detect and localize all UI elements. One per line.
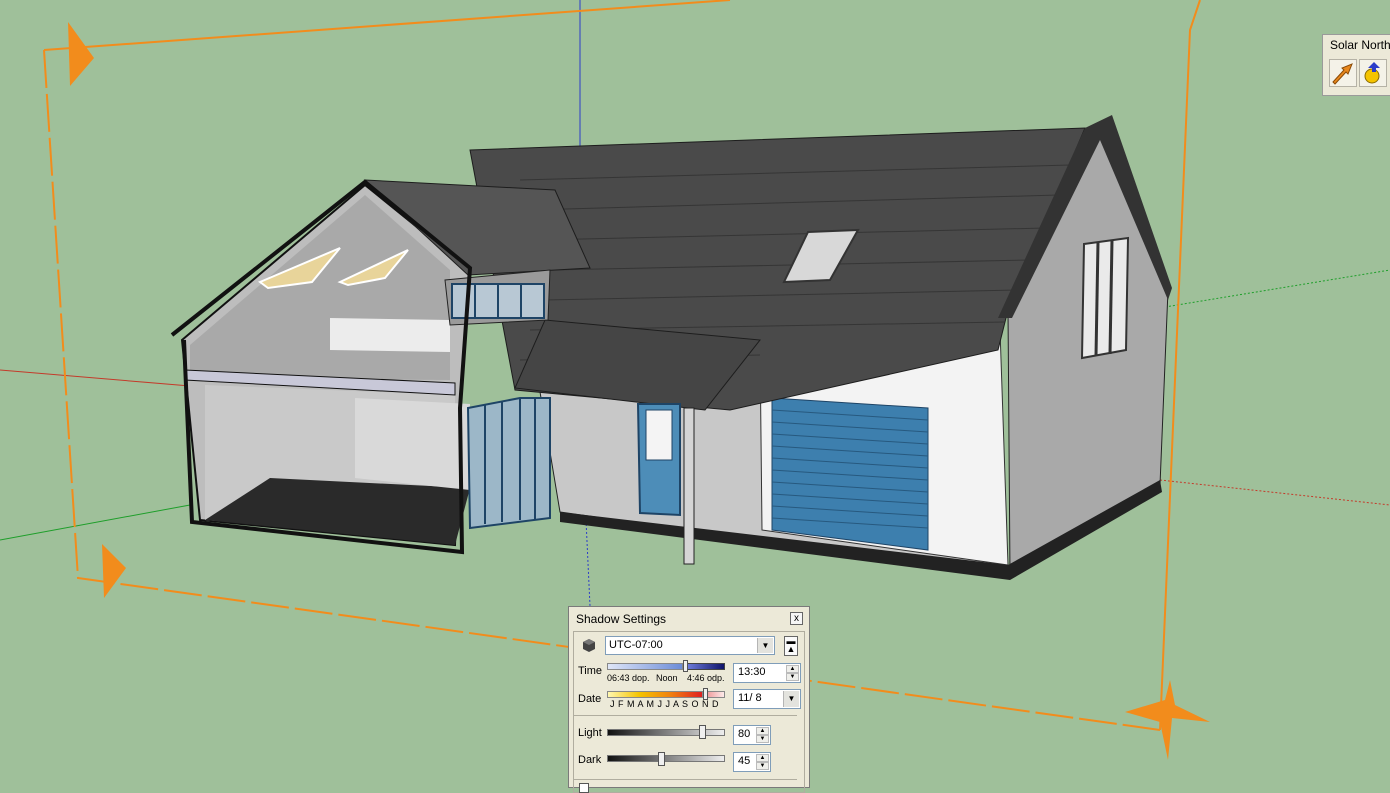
shadows-toggle-icon[interactable]: [581, 637, 597, 653]
time-noon-label: Noon: [656, 673, 678, 683]
light-label: Light: [578, 727, 602, 739]
green-axis-dotted: [1164, 269, 1390, 308]
light-slider-thumb[interactable]: [699, 725, 706, 739]
time-value: 13:30: [738, 666, 766, 678]
options-checkbox[interactable]: [579, 783, 589, 793]
wing-side-wall: [330, 318, 450, 352]
dark-spinner[interactable]: 45 ▲ ▼: [733, 752, 771, 772]
time-start-label: 06:43 dop.: [607, 673, 650, 683]
dialog-titlebar[interactable]: Shadow Settings x: [569, 607, 809, 629]
green-axis: [0, 504, 191, 541]
timezone-select[interactable]: UTC-07:00 ▼: [605, 636, 775, 655]
light-slider[interactable]: [607, 729, 725, 736]
spin-down-icon[interactable]: ▼: [756, 762, 769, 770]
date-value: 11/ 8: [738, 692, 762, 704]
spin-down-icon[interactable]: ▼: [786, 673, 799, 681]
date-label: Date: [578, 693, 602, 705]
light-value: 80: [738, 728, 751, 740]
downpipe: [683, 407, 695, 565]
dark-slider[interactable]: [607, 755, 725, 762]
dialog-title: Shadow Settings: [576, 612, 667, 626]
time-slider-thumb[interactable]: [683, 660, 688, 672]
date-select[interactable]: 11/ 8 ▼: [733, 689, 801, 709]
blue-axis-dotted: [585, 519, 591, 607]
solar-north-angle-button[interactable]: [1359, 59, 1387, 87]
red-axis: [0, 369, 191, 387]
wing-back-wall: [355, 398, 470, 490]
chevron-down-icon[interactable]: ▼: [757, 638, 773, 653]
expand-icon: ▬ ▲: [786, 636, 796, 654]
red-axis-dotted: [1159, 479, 1390, 506]
dark-slider-thumb[interactable]: [658, 752, 665, 766]
house-model[interactable]: [170, 115, 1172, 580]
dark-value: 45: [738, 755, 751, 767]
gable-window: [1080, 236, 1130, 360]
shadow-settings-dialog: Shadow Settings x UTC-07:00 ▼ ▬ ▲ Time 06…: [568, 606, 810, 793]
divider: [573, 779, 797, 780]
timezone-value: UTC-07:00: [609, 639, 663, 651]
time-end-label: 4:46 odp.: [687, 673, 725, 683]
chevron-down-icon[interactable]: ▼: [783, 691, 799, 707]
divider: [573, 715, 797, 716]
spin-up-icon[interactable]: ▲: [756, 754, 769, 762]
time-label: Time: [578, 665, 603, 677]
spin-up-icon[interactable]: ▲: [756, 727, 769, 735]
spin-up-icon[interactable]: ▲: [786, 665, 799, 673]
north-arrow-button[interactable]: [1329, 59, 1357, 87]
dark-label: Dark: [578, 754, 602, 766]
north-arrow-icon: [1332, 63, 1353, 85]
spin-down-icon[interactable]: ▼: [756, 735, 769, 743]
time-spinner[interactable]: 13:30 ▲ ▼: [733, 663, 801, 683]
time-slider[interactable]: [607, 660, 727, 673]
solar-north-angle-icon: [1364, 62, 1380, 84]
garage-door[interactable]: [771, 397, 929, 551]
close-icon: x: [794, 613, 799, 624]
close-button[interactable]: x: [790, 612, 803, 625]
toolbar-title: Solar North: [1330, 38, 1390, 52]
month-labels: J F M A M J J A S O N D: [610, 699, 720, 709]
light-spinner[interactable]: 80 ▲ ▼: [733, 725, 771, 745]
solar-north-toolbar: Solar North: [1322, 34, 1390, 96]
expand-details-button[interactable]: ▬ ▲: [784, 636, 798, 656]
glazed-doors: [466, 397, 551, 530]
